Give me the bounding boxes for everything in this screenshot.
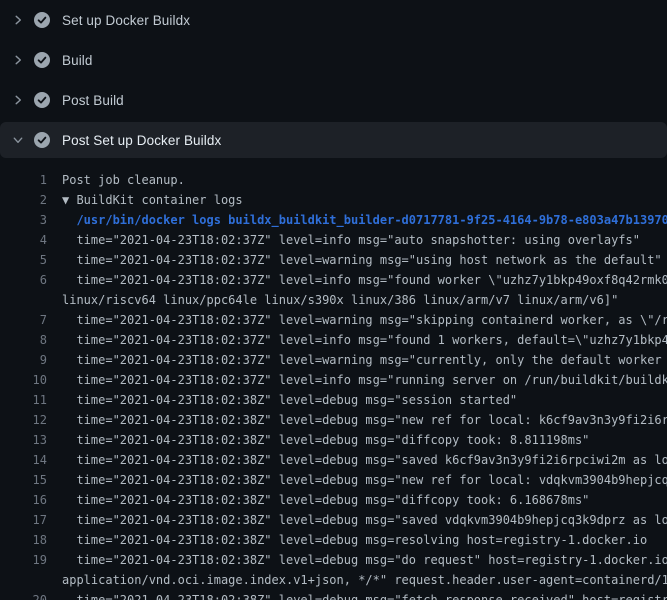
log-row: 11 time="2021-04-23T18:02:38Z" level=deb… <box>0 390 667 410</box>
chevron-right-icon[interactable] <box>12 14 24 26</box>
log-line-text: linux/riscv64 linux/ppc64le linux/s390x … <box>62 290 667 310</box>
log-line-text: time="2021-04-23T18:02:38Z" level=debug … <box>62 550 667 570</box>
log-row: 5 time="2021-04-23T18:02:37Z" level=warn… <box>0 250 667 270</box>
log-line-number[interactable]: 16 <box>0 490 47 510</box>
log-line-number[interactable]: 18 <box>0 530 47 550</box>
log-line-number[interactable]: 2 <box>0 190 47 210</box>
step-header-set-up-docker-buildx[interactable]: Set up Docker Buildx <box>0 0 667 40</box>
log-line-number[interactable]: 11 <box>0 390 47 410</box>
step-label: Build <box>62 53 93 68</box>
log-command-text: /usr/bin/docker logs buildx_buildkit_bui… <box>62 210 667 230</box>
log-line-text: Post job cleanup. <box>62 170 667 190</box>
log-line-text: time="2021-04-23T18:02:37Z" level=warnin… <box>62 250 667 270</box>
log-line-number[interactable]: 10 <box>0 370 47 390</box>
log-line-text: time="2021-04-23T18:02:38Z" level=debug … <box>62 510 667 530</box>
log-line-number[interactable]: 3 <box>0 210 47 230</box>
step-header-post-set-up-docker-buildx[interactable]: Post Set up Docker Buildx <box>0 122 667 158</box>
check-circle-icon <box>34 92 50 108</box>
log-line-number[interactable]: 9 <box>0 350 47 370</box>
log-row: 13 time="2021-04-23T18:02:38Z" level=deb… <box>0 430 667 450</box>
log-line-number[interactable]: 19 <box>0 550 47 570</box>
log-lines-container: 1 Post job cleanup. 2 ▼ BuildKit container … <box>0 160 667 600</box>
log-line-text: time="2021-04-23T18:02:38Z" level=debug … <box>62 410 667 430</box>
log-row: 9 time="2021-04-23T18:02:37Z" level=warn… <box>0 350 667 370</box>
log-line-text: time="2021-04-23T18:02:38Z" level=debug … <box>62 590 667 600</box>
steps-list: Set up Docker Buildx Build Post Build Post … <box>0 0 667 158</box>
log-row: 20 time="2021-04-23T18:02:38Z" level=deb… <box>0 590 667 600</box>
log-row: 8 time="2021-04-23T18:02:37Z" level=info… <box>0 330 667 350</box>
log-row: 7 time="2021-04-23T18:02:37Z" level=warn… <box>0 310 667 330</box>
chevron-right-icon[interactable] <box>12 94 24 106</box>
log-row: 18 time="2021-04-23T18:02:38Z" level=deb… <box>0 530 667 550</box>
log-line-text: time="2021-04-23T18:02:37Z" level=info m… <box>62 270 667 290</box>
check-circle-icon <box>34 132 50 148</box>
log-line-text: time="2021-04-23T18:02:37Z" level=warnin… <box>62 350 667 370</box>
log-row: 10 time="2021-04-23T18:02:37Z" level=inf… <box>0 370 667 390</box>
log-row: 19 time="2021-04-23T18:02:38Z" level=deb… <box>0 550 667 570</box>
log-line-number <box>0 570 47 590</box>
step-label: Post Set up Docker Buildx <box>62 133 221 148</box>
step-label: Set up Docker Buildx <box>62 13 190 28</box>
log-line-text: time="2021-04-23T18:02:37Z" level=info m… <box>62 330 667 350</box>
log-row: 1 Post job cleanup. <box>0 170 667 190</box>
log-row: 17 time="2021-04-23T18:02:38Z" level=deb… <box>0 510 667 530</box>
log-line-number[interactable]: 8 <box>0 330 47 350</box>
log-line-number[interactable]: 1 <box>0 170 47 190</box>
log-line-number[interactable]: 6 <box>0 270 47 290</box>
step-label: Post Build <box>62 93 124 108</box>
log-line-text: time="2021-04-23T18:02:37Z" level=info m… <box>62 230 667 250</box>
log-line-number[interactable]: 12 <box>0 410 47 430</box>
log-line-text: time="2021-04-23T18:02:38Z" level=debug … <box>62 490 667 510</box>
log-line-text: time="2021-04-23T18:02:38Z" level=debug … <box>62 390 667 410</box>
log-row: 14 time="2021-04-23T18:02:38Z" level=deb… <box>0 450 667 470</box>
log-row: 6 time="2021-04-23T18:02:37Z" level=info… <box>0 270 667 290</box>
chevron-down-icon[interactable] <box>12 134 24 146</box>
log-line-number[interactable]: 15 <box>0 470 47 490</box>
log-line-text: time="2021-04-23T18:02:37Z" level=warnin… <box>62 310 667 330</box>
log-row: 15 time="2021-04-23T18:02:38Z" level=deb… <box>0 470 667 490</box>
check-circle-icon <box>34 12 50 28</box>
log-line-number[interactable]: 17 <box>0 510 47 530</box>
log-group-toggle[interactable]: ▼ BuildKit container logs <box>62 190 667 210</box>
log-line-number <box>0 290 47 310</box>
log-line-number[interactable]: 4 <box>0 230 47 250</box>
log-line-text: time="2021-04-23T18:02:38Z" level=debug … <box>62 450 667 470</box>
log-line-number[interactable]: 7 <box>0 310 47 330</box>
chevron-right-icon[interactable] <box>12 54 24 66</box>
step-header-build[interactable]: Build <box>0 40 667 80</box>
log-row-continuation: linux/riscv64 linux/ppc64le linux/s390x … <box>0 290 667 310</box>
log-line-text: time="2021-04-23T18:02:37Z" level=info m… <box>62 370 667 390</box>
log-line-text: time="2021-04-23T18:02:38Z" level=debug … <box>62 530 667 550</box>
log-line-text: time="2021-04-23T18:02:38Z" level=debug … <box>62 470 667 490</box>
log-row: 2 ▼ BuildKit container logs <box>0 190 667 210</box>
log-line-number[interactable]: 5 <box>0 250 47 270</box>
step-header-post-build[interactable]: Post Build <box>0 80 667 120</box>
log-line-text: application/vnd.oci.image.index.v1+json,… <box>62 570 667 590</box>
check-circle-icon <box>34 52 50 68</box>
log-row: 4 time="2021-04-23T18:02:37Z" level=info… <box>0 230 667 250</box>
log-row: 12 time="2021-04-23T18:02:38Z" level=deb… <box>0 410 667 430</box>
log-row: 16 time="2021-04-23T18:02:38Z" level=deb… <box>0 490 667 510</box>
log-line-number[interactable]: 14 <box>0 450 47 470</box>
log-line-number[interactable]: 20 <box>0 590 47 600</box>
log-line-number[interactable]: 13 <box>0 430 47 450</box>
log-row-continuation: application/vnd.oci.image.index.v1+json,… <box>0 570 667 590</box>
log-row: 3 /usr/bin/docker logs buildx_buildkit_b… <box>0 210 667 230</box>
log-line-text: time="2021-04-23T18:02:38Z" level=debug … <box>62 430 667 450</box>
actions-log-viewer: Set up Docker Buildx Build Post Build Post … <box>0 0 667 600</box>
